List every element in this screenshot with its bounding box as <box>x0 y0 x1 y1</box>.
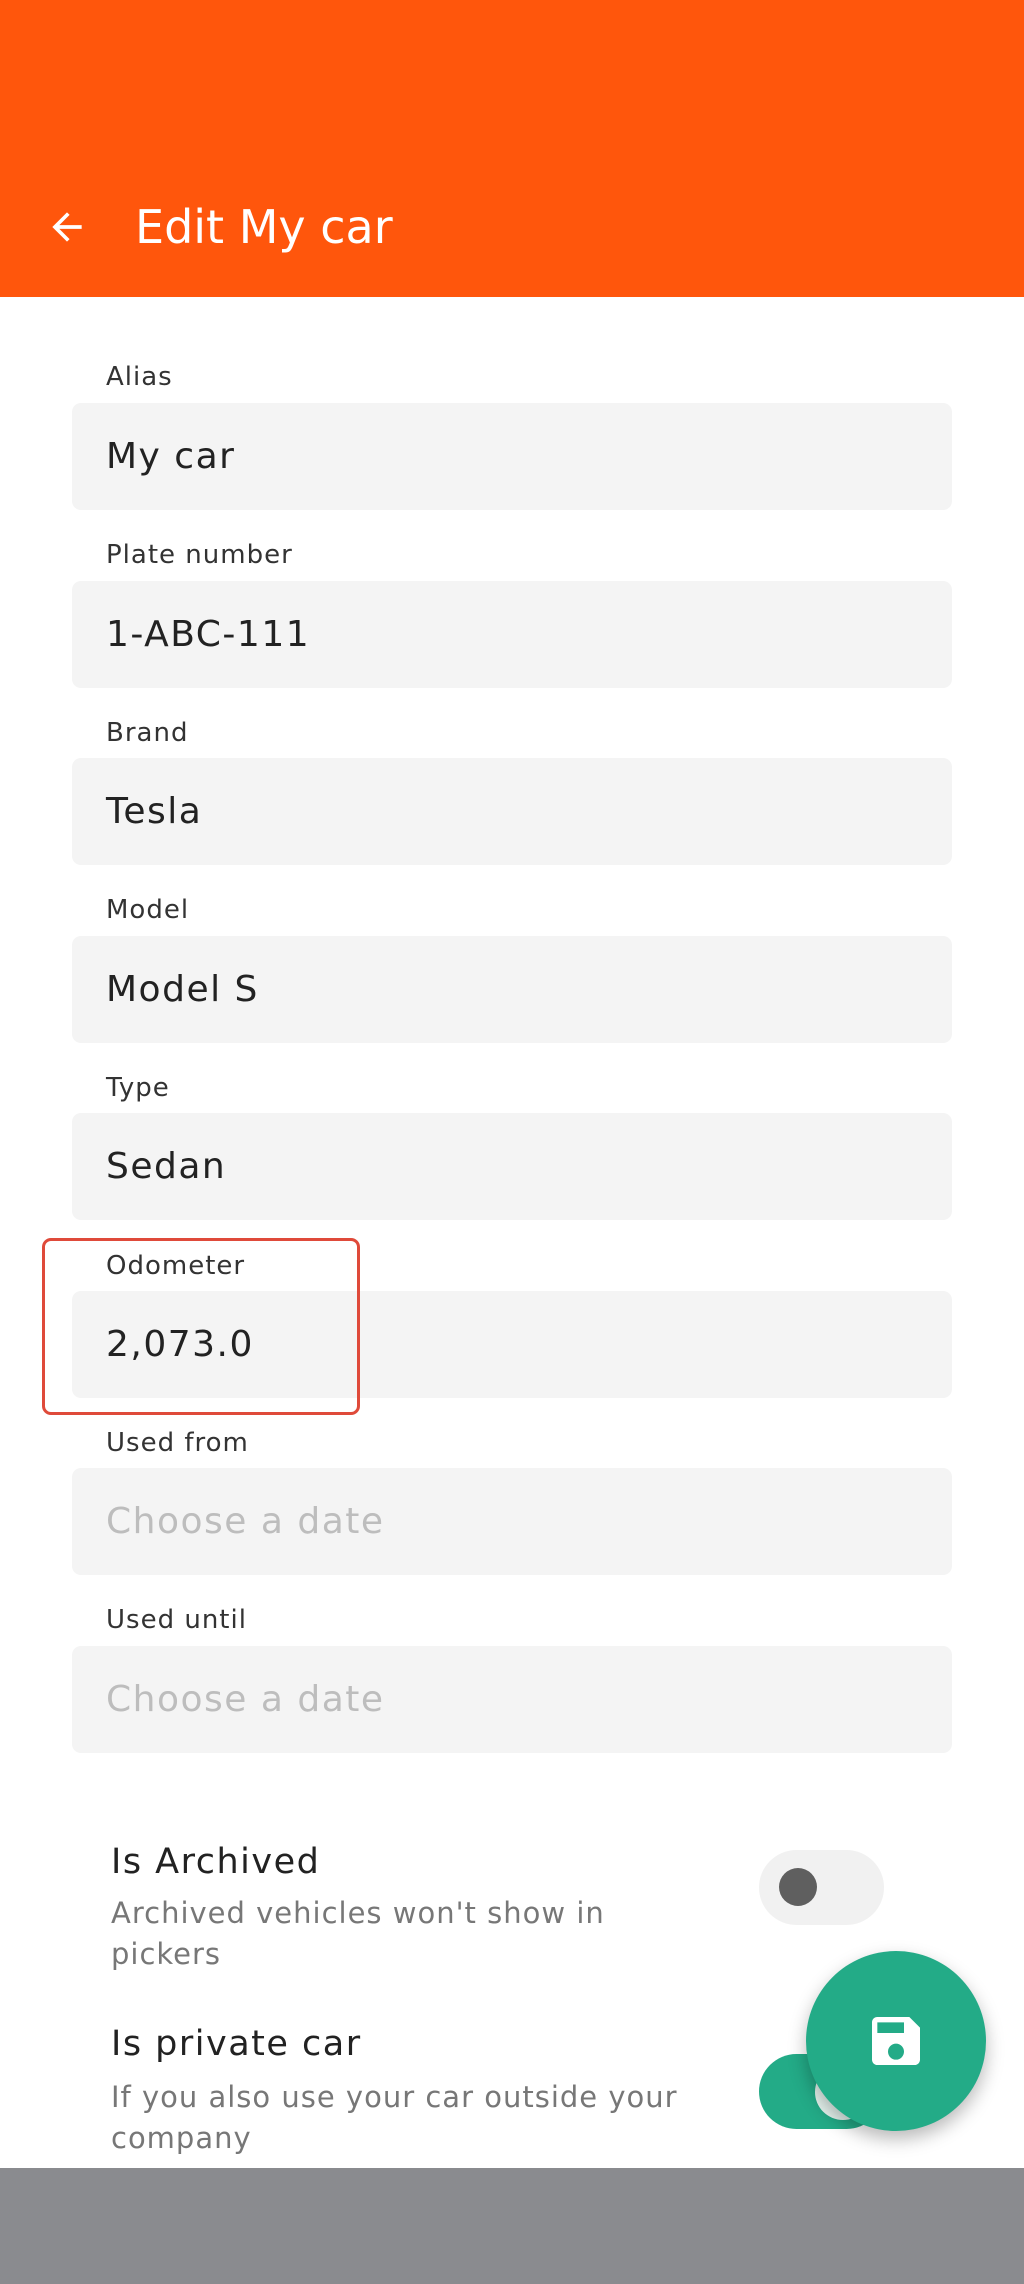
archived-toggle-knob <box>779 1868 817 1906</box>
used-until-input[interactable]: Choose a date <box>106 1646 926 1753</box>
private-car-subtitle: If you also use your car outside your co… <box>111 2080 678 2155</box>
type-input[interactable]: Sedan <box>106 1113 926 1220</box>
used-from-field[interactable]: Choose a date <box>72 1468 952 1575</box>
save-icon <box>872 2017 920 2065</box>
edit-car-screen: Edit My car Alias My car Plate number 1-… <box>0 0 1024 2284</box>
page-title: Edit My car <box>135 200 393 254</box>
back-button[interactable] <box>36 196 98 258</box>
private-car-title: Is private car <box>111 2024 362 2064</box>
used-until-label: Used until <box>106 1605 247 1635</box>
archived-toggle[interactable] <box>759 1850 884 1925</box>
alias-field[interactable]: My car <box>72 403 952 510</box>
type-field[interactable]: Sedan <box>72 1113 952 1220</box>
brand-input[interactable]: Tesla <box>106 758 926 865</box>
model-field[interactable]: Model S <box>72 936 952 1043</box>
arrow-left-icon <box>52 212 82 242</box>
alias-label: Alias <box>106 362 173 392</box>
used-until-field[interactable]: Choose a date <box>72 1646 952 1753</box>
archived-subtitle: Archived vehicles won't show in pickers <box>111 1896 605 1971</box>
used-from-input[interactable]: Choose a date <box>106 1468 926 1575</box>
type-label: Type <box>106 1073 170 1103</box>
plate-number-field[interactable]: 1-ABC-111 <box>72 581 952 688</box>
alias-input[interactable]: My car <box>106 403 926 510</box>
plate-number-label: Plate number <box>106 540 293 570</box>
app-bar: Edit My car <box>0 0 1024 297</box>
model-input[interactable]: Model S <box>106 936 926 1043</box>
plate-number-input[interactable]: 1-ABC-111 <box>106 581 926 688</box>
model-label: Model <box>106 895 190 925</box>
system-navigation-bar <box>0 2168 1024 2284</box>
odometer-highlight <box>42 1238 360 1415</box>
used-from-label: Used from <box>106 1428 249 1458</box>
brand-label: Brand <box>106 718 189 748</box>
archived-title: Is Archived <box>111 1842 321 1882</box>
brand-field[interactable]: Tesla <box>72 758 952 865</box>
save-button[interactable] <box>806 1951 986 2131</box>
